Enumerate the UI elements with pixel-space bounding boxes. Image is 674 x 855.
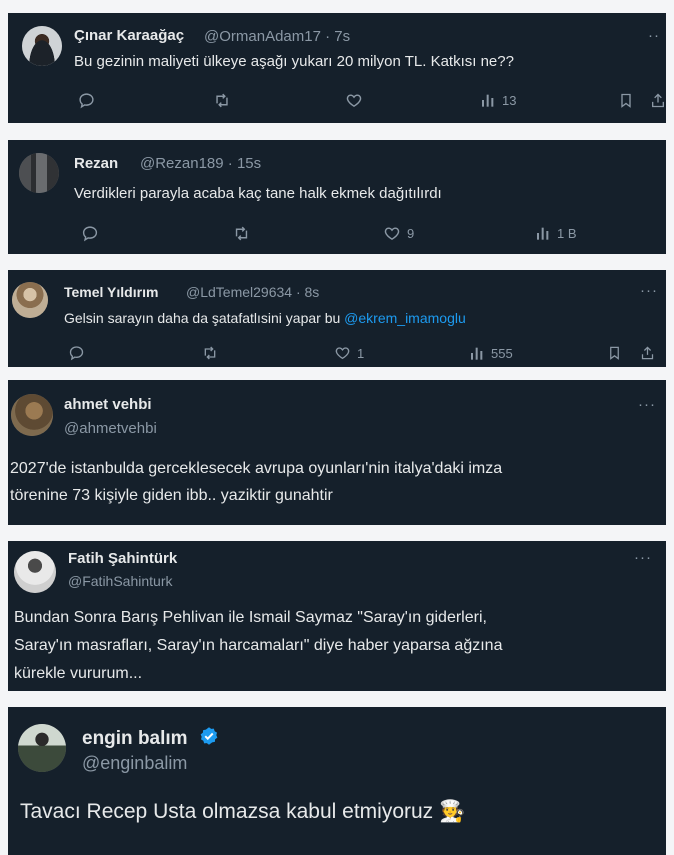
tweet-card[interactable]: Fatih Şahintürk @FatihSahinturk ··· Bund… (8, 541, 666, 691)
author-handle[interactable]: @OrmanAdam17 · 7s (204, 28, 350, 45)
tweet-text: Verdikleri parayla acaba kaç tane halk e… (74, 185, 442, 202)
author-name[interactable]: Fatih Şahintürk (68, 550, 177, 567)
views-icon (535, 225, 551, 241)
tweet-card[interactable]: Çınar Karaağaç @OrmanAdam17 · 7s ·· Bu g… (8, 13, 666, 123)
tweet-text-main: Tavacı Recep Usta olmazsa kabul etmiyoru… (20, 800, 434, 823)
share-icon (650, 92, 666, 109)
author-name-text: engin balım (82, 728, 188, 750)
tweet-card[interactable]: engin balım @enginbalim Tavacı Recep Ust… (8, 707, 666, 855)
author-handle[interactable]: @LdTemel29634 · 8s (186, 284, 319, 300)
avatar[interactable] (19, 153, 59, 193)
reply-icon (68, 345, 85, 361)
views-count: 555 (491, 345, 513, 361)
avatar[interactable] (11, 394, 53, 436)
author-handle[interactable]: @enginbalim (82, 753, 187, 774)
author-handle[interactable]: @FatihSahinturk (68, 573, 172, 589)
views-button[interactable]: 1 B (535, 225, 577, 241)
tweet-card[interactable]: Temel Yıldırım @LdTemel29634 · 8s ··· Ge… (8, 270, 666, 367)
retweet-button[interactable] (232, 225, 251, 242)
like-button[interactable] (345, 92, 363, 109)
views-icon (469, 345, 485, 361)
author-handle[interactable]: @Rezan189 · 15s (140, 155, 261, 172)
tweet-text: Gelsin sarayın daha da şatafatlısini yap… (64, 310, 466, 326)
bookmark-icon (607, 345, 622, 361)
avatar[interactable] (18, 724, 66, 772)
retweet-icon (201, 345, 219, 361)
heart-icon (345, 92, 363, 109)
tweet-text-line: Bundan Sonra Barış Pehlivan ile Ismail S… (14, 609, 487, 626)
share-button[interactable] (650, 92, 666, 109)
tweet-text-line: 2027'de istanbulda gerceklesecek avrupa … (10, 460, 503, 477)
views-count: 13 (502, 92, 517, 108)
views-icon (480, 92, 496, 108)
reply-button[interactable] (68, 345, 85, 361)
avatar[interactable] (22, 26, 62, 66)
verified-badge-icon (199, 726, 219, 752)
author-name[interactable]: ahmet vehbi (64, 396, 152, 413)
avatar[interactable] (12, 282, 48, 318)
mention-link[interactable]: @ekrem_imamoglu (344, 310, 466, 326)
share-button[interactable] (640, 345, 655, 361)
author-handle[interactable]: @ahmetvehbi (64, 420, 157, 437)
tweet-card[interactable]: Rezan @Rezan189 · 15s Verdikleri parayla… (8, 140, 666, 254)
retweet-button[interactable] (213, 92, 231, 109)
tweet-text-main: Gelsin sarayın daha da şatafatlısini yap… (64, 310, 341, 326)
like-button[interactable]: 1 (334, 345, 364, 361)
views-button[interactable]: 13 (480, 92, 516, 108)
retweet-button[interactable] (201, 345, 219, 361)
reply-icon (78, 92, 95, 109)
share-icon (640, 345, 655, 361)
reply-icon (81, 225, 99, 242)
more-options-icon[interactable]: ··· (640, 282, 658, 299)
tweet-text-line: Saray'ın masrafları, Saray'ın harcamalar… (14, 637, 503, 654)
bookmark-button[interactable] (607, 345, 622, 361)
reply-button[interactable] (78, 92, 95, 109)
cook-emoji-icon: 🧑‍🍳 (439, 800, 466, 823)
retweet-icon (213, 92, 231, 109)
tweet-text-line: törenine 73 kişiyle giden ibb.. yaziktir… (10, 487, 333, 504)
tweet-text: Bu gezinin maliyeti ülkeye aşağı yukarı … (74, 53, 514, 70)
views-count: 1 B (557, 225, 577, 241)
bookmark-button[interactable] (618, 92, 634, 109)
author-name[interactable]: engin balım (82, 726, 219, 752)
author-name[interactable]: Çınar Karaağaç (74, 27, 184, 44)
more-options-icon[interactable]: ··· (638, 396, 656, 413)
author-name[interactable]: Rezan (74, 155, 118, 172)
tweet-text-line: kürekle vururum... (14, 665, 143, 682)
tweet-card[interactable]: ahmet vehbi @ahmetvehbi ··· 2027'de ista… (8, 380, 666, 525)
likes-count: 9 (407, 226, 415, 241)
more-options-icon[interactable]: ·· (648, 27, 660, 44)
views-button[interactable]: 555 (469, 345, 513, 361)
heart-icon (383, 225, 401, 242)
retweet-icon (232, 225, 251, 242)
reply-button[interactable] (81, 225, 99, 242)
likes-count: 1 (357, 345, 365, 361)
tweet-text: Tavacı Recep Usta olmazsa kabul etmiyoru… (20, 800, 465, 824)
bookmark-icon (618, 92, 634, 109)
author-name[interactable]: Temel Yıldırım (64, 284, 158, 300)
more-options-icon[interactable]: ··· (634, 549, 652, 566)
like-button[interactable]: 9 (383, 225, 414, 242)
heart-icon (334, 345, 351, 361)
avatar[interactable] (14, 551, 56, 593)
